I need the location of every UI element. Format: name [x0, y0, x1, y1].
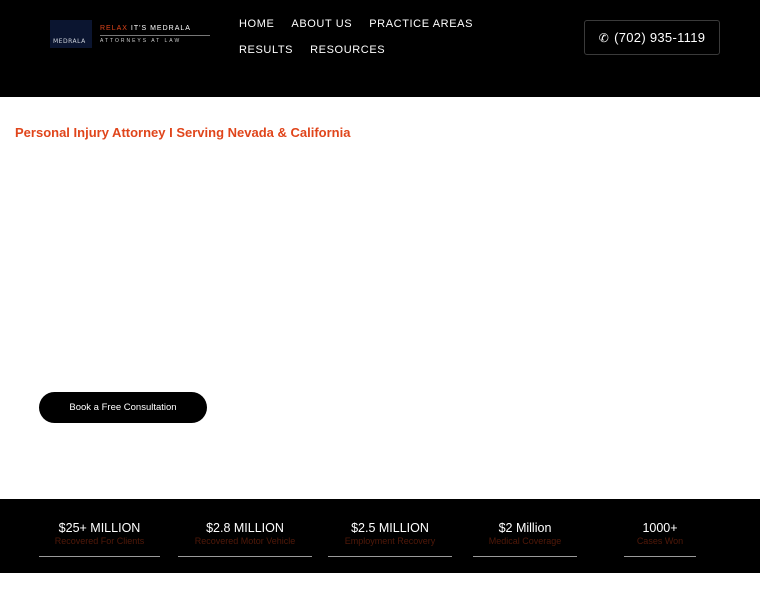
stat-value: 1000+: [642, 521, 678, 535]
nav-results[interactable]: RESULTS: [239, 42, 293, 68]
hero-heading: Personal Injury Attorney I Serving Nevad…: [15, 125, 351, 140]
stat-value: $25+ MILLION: [58, 521, 141, 535]
stat-value: $2.5 MILLION: [351, 521, 429, 535]
logo[interactable]: MEDRALA RELAX IT'S MEDRALA ATTORNEYS AT …: [50, 20, 210, 48]
stat-value: $2.8 MILLION: [206, 521, 284, 535]
phone-number: (702) 935-1119: [614, 30, 706, 45]
logo-wordmark: RELAX IT'S MEDRALA ATTORNEYS AT LAW: [100, 24, 210, 44]
stat-label: Recovered Motor Vehicle: [194, 536, 296, 546]
logo-subtitle: ATTORNEYS AT LAW: [100, 35, 210, 44]
nav-resources[interactable]: RESOURCES: [310, 42, 385, 68]
stat-label: Medical Coverage: [488, 536, 562, 546]
nav-about-us[interactable]: ABOUT US: [291, 16, 352, 42]
nav-home[interactable]: HOME: [239, 16, 274, 42]
stat-item: $2 Million Medical Coverage: [473, 515, 577, 557]
main-nav: HOME ABOUT US PRACTICE AREAS RESULTS RES…: [239, 16, 519, 68]
phone-icon: ✆: [598, 30, 610, 45]
book-consultation-button[interactable]: Book a Free Consultation: [39, 392, 207, 423]
stat-value: $2 Million: [498, 521, 552, 535]
logo-tagline: RELAX IT'S MEDRALA: [100, 24, 210, 33]
logo-tagline-rest: IT'S MEDRALA: [127, 25, 191, 32]
stat-item: 1000+ Cases Won: [624, 515, 696, 557]
site-header: MEDRALA RELAX IT'S MEDRALA ATTORNEYS AT …: [0, 0, 760, 97]
stat-item: $2.5 MILLION Employment Recovery: [328, 515, 452, 557]
phone-button[interactable]: ✆ (702) 935-1119: [584, 20, 720, 55]
nav-practice-areas[interactable]: PRACTICE AREAS: [369, 16, 473, 42]
logo-tagline-accent: RELAX: [100, 25, 128, 32]
stat-label: Recovered For Clients: [54, 536, 145, 546]
stats-bar: $25+ MILLION Recovered For Clients $2.8 …: [0, 499, 760, 573]
stat-label: Cases Won: [636, 536, 684, 546]
stat-item: $25+ MILLION Recovered For Clients: [39, 515, 160, 557]
logo-mark: MEDRALA: [50, 20, 92, 48]
stat-item: $2.8 MILLION Recovered Motor Vehicle: [178, 515, 312, 557]
stat-label: Employment Recovery: [344, 536, 436, 546]
logo-mark-text: MEDRALA: [53, 38, 86, 45]
